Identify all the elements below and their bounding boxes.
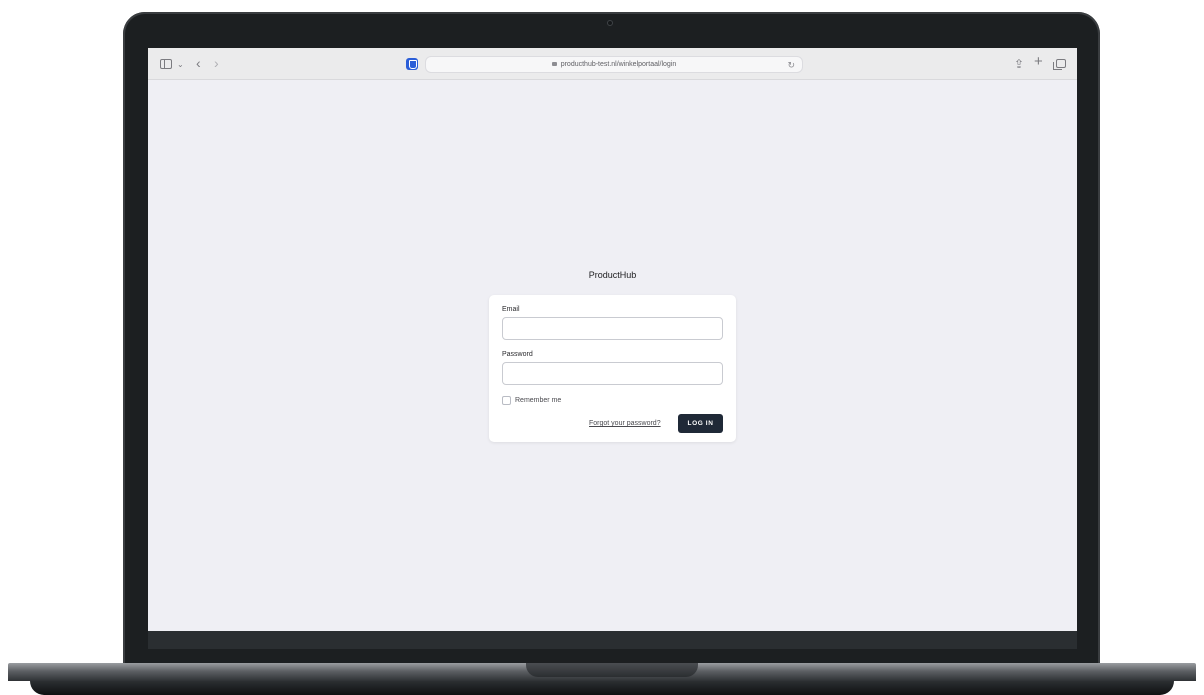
forward-icon[interactable]: ›: [214, 55, 219, 71]
password-field[interactable]: [502, 362, 723, 385]
camera-icon: [607, 20, 613, 26]
new-tab-icon[interactable]: +: [1034, 54, 1043, 70]
url-text: producthub-test.nl/winkelportaal/login: [560, 61, 677, 68]
forgot-password-link[interactable]: Forgot your password?: [589, 419, 661, 428]
back-icon[interactable]: ‹: [196, 55, 201, 71]
browser-window: ⌄ ‹ › producthub-test.nl/winkelportaal/l…: [148, 48, 1077, 631]
url-display: producthub-test.nl/winkelportaal/login: [426, 57, 802, 72]
screen-chin: [148, 631, 1077, 649]
email-label: Email: [502, 306, 520, 313]
address-bar[interactable]: producthub-test.nl/winkelportaal/login ↻: [425, 56, 803, 73]
reload-icon[interactable]: ↻: [787, 58, 795, 72]
tabs-overview-icon[interactable]: [1053, 59, 1066, 70]
laptop-mockup: ⌄ ‹ › producthub-test.nl/winkelportaal/l…: [0, 0, 1204, 695]
bitwarden-shield-icon[interactable]: [406, 58, 418, 70]
email-field[interactable]: [502, 317, 723, 340]
laptop-base-bottom: [30, 681, 1174, 695]
login-card: Email Password Remember me Forgot your p…: [489, 295, 736, 442]
login-button[interactable]: LOG IN: [678, 414, 723, 433]
sidebar-icon[interactable]: [160, 59, 172, 69]
share-icon[interactable]: ⇪: [1014, 56, 1024, 72]
password-label: Password: [502, 351, 533, 358]
lock-icon: [551, 62, 557, 66]
browser-toolbar: ⌄ ‹ › producthub-test.nl/winkelportaal/l…: [148, 48, 1077, 80]
remember-me-label[interactable]: Remember me: [515, 396, 561, 405]
laptop-notch: [526, 663, 698, 677]
chevron-down-icon[interactable]: ⌄: [177, 57, 184, 73]
remember-me-checkbox[interactable]: [502, 396, 511, 405]
app-title: ProductHub: [588, 270, 637, 280]
